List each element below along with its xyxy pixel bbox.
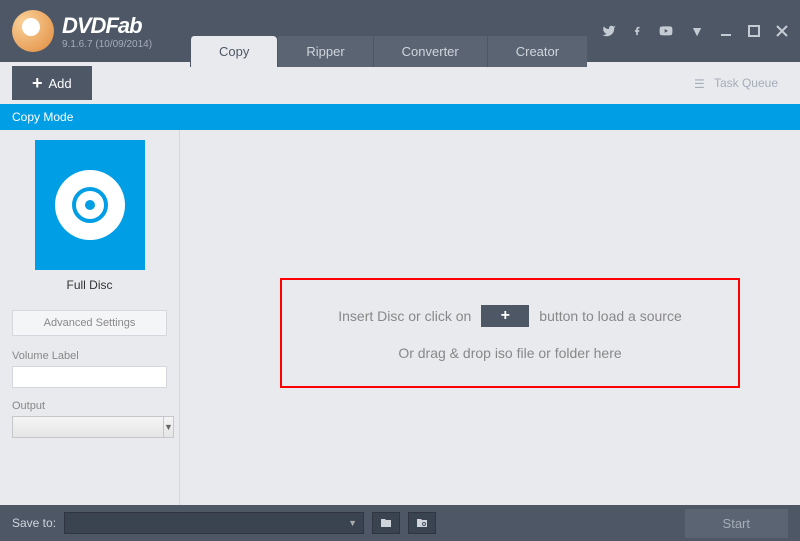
plus-icon: + [32,74,43,92]
output-select-arrow[interactable]: ▼ [164,416,174,438]
app-name: DVDFab [62,13,152,39]
toolbar: + Add Task Queue [0,62,800,104]
twitter-icon[interactable] [602,24,616,38]
volume-label-input[interactable] [12,366,167,388]
youtube-icon[interactable] [658,24,674,38]
task-queue-icon [694,77,708,89]
main-panel: Insert Disc or click on + button to load… [180,130,800,505]
chevron-down-icon: ▼ [348,518,357,528]
drop-zone[interactable]: Insert Disc or click on + button to load… [280,278,740,388]
main-tabs: Copy Ripper Converter Creator [190,36,587,67]
save-to-select[interactable]: ▼ [64,512,364,534]
tab-creator[interactable]: Creator [487,36,587,67]
output-caption: Output [12,400,167,412]
task-queue-button[interactable]: Task Queue [684,70,788,96]
start-button[interactable]: Start [685,509,788,538]
menu-dropdown-icon[interactable]: ▼ [690,23,704,39]
app-logo-icon [12,10,54,52]
copy-mode-tile[interactable] [35,140,145,270]
close-icon[interactable] [776,25,788,37]
advanced-settings-button[interactable]: Advanced Settings [12,310,167,336]
save-to-label: Save to: [12,516,56,530]
drop-text-line2: Or drag & drop iso file or folder here [398,345,621,361]
task-queue-label: Task Queue [714,76,778,90]
facebook-icon[interactable] [632,24,642,38]
inline-add-button[interactable]: + [481,305,529,327]
volume-label-caption: Volume Label [12,350,167,362]
minimize-icon[interactable] [720,25,732,37]
disc-icon [55,170,125,240]
drop-text-suffix: button to load a source [539,308,681,324]
iso-button[interactable] [408,512,436,534]
copy-mode-bar: Copy Mode [0,104,800,130]
tab-ripper[interactable]: Ripper [277,36,372,67]
status-bar: Save to: ▼ Start [0,505,800,541]
maximize-icon[interactable] [748,25,760,37]
tab-converter[interactable]: Converter [373,36,487,67]
browse-folder-button[interactable] [372,512,400,534]
add-button-label: Add [49,76,72,91]
drop-text-prefix: Insert Disc or click on [338,308,471,324]
output-select[interactable] [12,416,164,438]
tab-copy[interactable]: Copy [190,36,277,67]
app-version: 9.1.6.7 (10/09/2014) [62,39,152,50]
sidebar: Full Disc Advanced Settings Volume Label… [0,130,180,505]
add-button[interactable]: + Add [12,66,92,100]
copy-mode-label: Full Disc [12,278,167,292]
